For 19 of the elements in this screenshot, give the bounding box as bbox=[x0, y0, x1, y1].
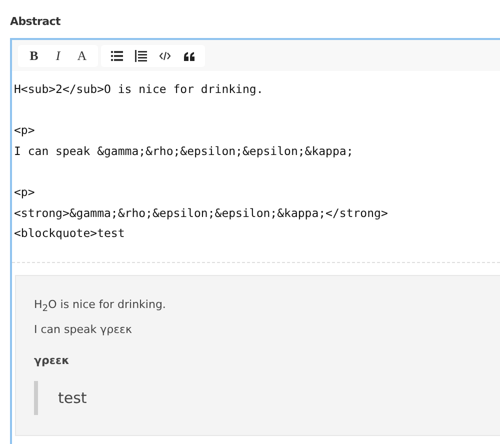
code-icon bbox=[159, 51, 171, 61]
bullet-list-icon bbox=[111, 51, 123, 61]
bold-button[interactable]: B bbox=[22, 45, 46, 67]
font-button[interactable]: A bbox=[70, 45, 94, 67]
code-line: <blockquote>test bbox=[14, 225, 126, 242]
preview-bold-text: γρεεκ bbox=[34, 354, 70, 367]
code-line: H<sub>2</sub>O is nice for drinking. bbox=[14, 81, 264, 98]
code-line: <p> bbox=[14, 122, 36, 140]
numbered-list-icon bbox=[135, 50, 147, 62]
preview-blockquote: test bbox=[34, 380, 500, 415]
code-line: I can speak &gamma;&rho;&epsilon;&epsilon;&kappa; bbox=[14, 142, 354, 160]
italic-button[interactable]: I bbox=[46, 45, 70, 67]
field-label: Abstract bbox=[10, 15, 62, 28]
code-line: <strong>&gamma;&rho;&epsilon;&epsilon;&kappa;</strong> bbox=[14, 204, 389, 222]
preview-paragraph: H$_{2}$O is nice for drinking. bbox=[34, 296, 167, 316]
source-code-area[interactable]: H<sub>2</sub>O is nice for drinking. <p> I can speak &gamma;&rho;&epsilon;&epsilon;&kappa; <p> <strong>&gamma;&rho;&epsilon;&epsilon;&kappa;</strong> <blockquote>test bbox=[12, 71, 500, 263]
quote-icon bbox=[184, 52, 194, 60]
code-line: <p> bbox=[14, 184, 36, 201]
preview-paragraph: I can speak γρεεκ bbox=[34, 322, 133, 338]
